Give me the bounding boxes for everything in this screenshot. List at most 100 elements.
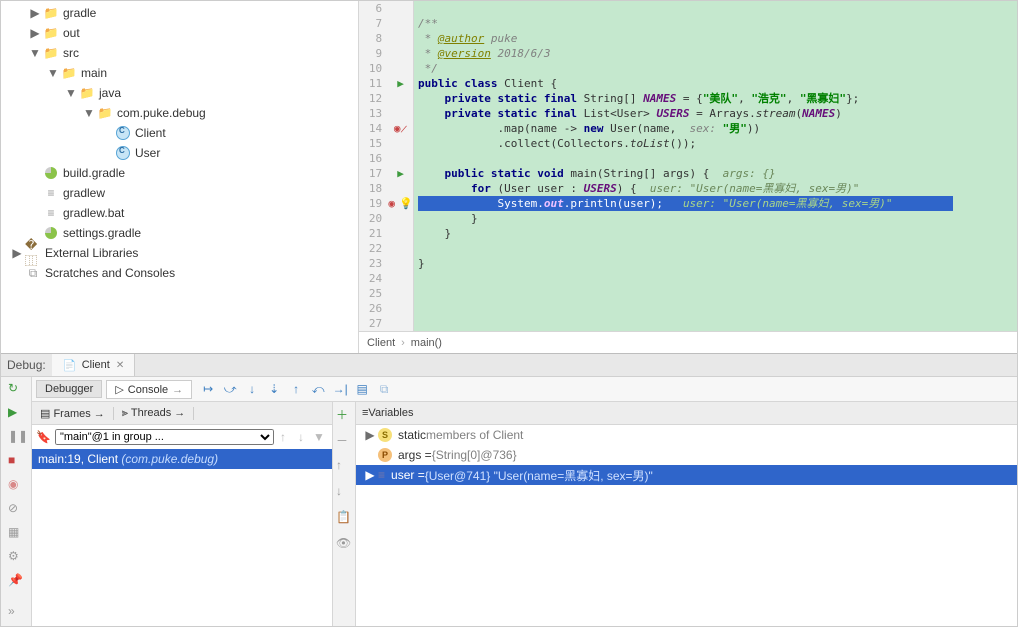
variable-row[interactable]: ▶Sstatic members of Client [356, 425, 1017, 445]
run-gutter-icon[interactable]: ▶ [397, 76, 404, 91]
step-into-icon[interactable]: ↓ [244, 381, 260, 397]
run-gutter-icon[interactable]: ▶ [397, 166, 404, 181]
tree-item[interactable]: ▶📁out [1, 23, 358, 43]
line-number[interactable]: 17 [359, 166, 388, 181]
next-frame-icon[interactable]: ↓ [292, 430, 310, 444]
line-number[interactable]: 7 [359, 16, 388, 31]
variable-row[interactable]: ▶≡user = {User@741} "User(name=黑寡妇, sex=… [356, 465, 1017, 485]
code-line[interactable]: * @author puke [414, 31, 1017, 46]
code-line[interactable] [414, 301, 1017, 316]
line-number[interactable]: 10 [359, 61, 388, 76]
trace-icon[interactable]: ⧉ [376, 381, 392, 397]
code-line[interactable]: } [414, 211, 1017, 226]
breakpoint-muted-icon[interactable]: ◉̷ [394, 121, 407, 136]
tree-item[interactable]: ▼📁java [1, 83, 358, 103]
code-line[interactable]: } [414, 226, 1017, 241]
show-watches-icon[interactable]: 👁 [336, 536, 352, 552]
line-number[interactable]: 15 [359, 136, 388, 151]
thread-selector[interactable]: 🔖 "main"@1 in group ... ↑ ↓ ▼ [36, 429, 328, 445]
tab-debugger[interactable]: Debugger [36, 380, 102, 398]
disclosure-triangle-icon[interactable]: ▼ [63, 86, 79, 100]
tree-item[interactable]: Client [1, 123, 358, 143]
line-number[interactable]: 22 [359, 241, 388, 256]
code-line[interactable]: .collect(Collectors.toList()); [414, 136, 1017, 151]
project-tree[interactable]: ▶📁gradle▶📁out▼📁src▼📁main▼📁java▼📁com.puke… [1, 1, 359, 353]
thread-dropdown[interactable]: "main"@1 in group ... [55, 429, 274, 445]
close-icon[interactable]: ✕ [116, 360, 124, 371]
line-number[interactable]: 26 [359, 301, 388, 316]
evaluate-icon[interactable]: ▤ [354, 381, 370, 397]
new-watch-icon[interactable]: ＋ [336, 406, 352, 422]
debug-tab[interactable]: 📄 Client ✕ [52, 354, 136, 376]
show-exec-point-icon[interactable]: ↦ [200, 381, 216, 397]
mute-breakpoints-icon[interactable]: ⊘ [8, 501, 24, 517]
tree-item[interactable]: ≡gradlew.bat [1, 203, 358, 223]
line-number[interactable]: 27 [359, 316, 388, 331]
tree-item[interactable]: ▶�⿲External Libraries [1, 243, 358, 263]
tree-item[interactable]: User [1, 143, 358, 163]
tree-item[interactable]: ▶📁gradle [1, 3, 358, 23]
view-breakpoints-icon[interactable]: ◉ [8, 477, 24, 493]
code-line[interactable]: for (User user : USERS) { user: "User(na… [414, 181, 1017, 196]
breadcrumb-bar[interactable]: Client › main() [359, 331, 1017, 353]
breadcrumb-method[interactable]: main() [411, 337, 442, 349]
disclosure-triangle-icon[interactable]: ▶ [27, 6, 43, 20]
breakpoint-hit-icon[interactable]: ◉ [388, 196, 395, 211]
filter-icon[interactable]: ▼ [310, 430, 328, 444]
force-step-into-icon[interactable]: ⇣ [266, 381, 282, 397]
step-out-icon[interactable]: ↑ [288, 381, 304, 397]
watch-up-icon[interactable]: ↑ [336, 458, 352, 474]
copy-watch-icon[interactable]: 📋 [336, 510, 352, 526]
code-line[interactable]: .map(name -> new User(name, sex: "男")) [414, 121, 1017, 136]
line-number[interactable]: 24 [359, 271, 388, 286]
disclosure-triangle-icon[interactable]: ▼ [27, 46, 43, 60]
line-number[interactable]: 9 [359, 46, 388, 61]
tree-item[interactable]: ▼📁com.puke.debug [1, 103, 358, 123]
run-to-cursor-icon[interactable]: →| [332, 381, 348, 397]
line-number[interactable]: 21 [359, 226, 388, 241]
code-line[interactable] [414, 241, 1017, 256]
disclosure-triangle-icon[interactable]: ▼ [81, 106, 97, 120]
line-number[interactable]: 25 [359, 286, 388, 301]
line-number[interactable]: 18 [359, 181, 388, 196]
tree-item[interactable]: ▼📁src [1, 43, 358, 63]
frames-tab[interactable]: ▤ Frames → [32, 407, 114, 420]
line-number[interactable]: 12 [359, 91, 388, 106]
code-line[interactable]: System.out.println(user); user: "User(na… [414, 196, 1017, 211]
tree-item[interactable]: ⧉Scratches and Consoles [1, 263, 358, 283]
code-area[interactable]: 67891011▶121314◉̷151617▶1819◉💡2021222324… [359, 1, 1017, 331]
bulb-icon[interactable]: 💡 [399, 196, 413, 211]
tree-item[interactable]: settings.gradle [1, 223, 358, 243]
tree-item[interactable]: ▼📁main [1, 63, 358, 83]
disclosure-triangle-icon[interactable]: ▼ [45, 66, 61, 80]
line-number[interactable]: 11 [359, 76, 388, 91]
pause-icon[interactable]: ❚❚ [8, 429, 24, 445]
code-line[interactable]: /** [414, 16, 1017, 31]
line-number[interactable]: 13 [359, 106, 388, 121]
disclosure-triangle-icon[interactable]: ▶ [9, 246, 25, 260]
code-line[interactable]: public static void main(String[] args) {… [414, 166, 1017, 181]
code-line[interactable]: } [414, 256, 1017, 271]
resume-icon[interactable]: ▶ [8, 405, 24, 421]
breadcrumb-class[interactable]: Client [367, 337, 395, 349]
line-number[interactable]: 14 [359, 121, 388, 136]
variable-row[interactable]: Pargs = {String[0]@736} [356, 445, 1017, 465]
code-line[interactable] [414, 151, 1017, 166]
threads-tab[interactable]: ⫸ Threads → [114, 407, 194, 420]
remove-watch-icon[interactable]: － [336, 432, 352, 448]
layout-icon[interactable]: ▦ [8, 525, 24, 541]
code-line[interactable] [414, 316, 1017, 331]
settings-icon[interactable]: ⚙ [8, 549, 24, 565]
line-number[interactable]: 23 [359, 256, 388, 271]
line-number[interactable]: 16 [359, 151, 388, 166]
code-line[interactable]: * @version 2018/6/3 [414, 46, 1017, 61]
rerun-icon[interactable]: ↻ [8, 381, 24, 397]
code-line[interactable]: private static final List<User> USERS = … [414, 106, 1017, 121]
code-line[interactable]: */ [414, 61, 1017, 76]
line-number[interactable]: 8 [359, 31, 388, 46]
tree-item[interactable]: build.gradle [1, 163, 358, 183]
more-icon[interactable]: » [8, 604, 24, 620]
line-number[interactable]: 6 [359, 1, 388, 16]
variables-list[interactable]: ▶Sstatic members of ClientPargs = {Strin… [356, 425, 1017, 485]
drop-frame-icon[interactable]: ⤺ [310, 381, 326, 397]
